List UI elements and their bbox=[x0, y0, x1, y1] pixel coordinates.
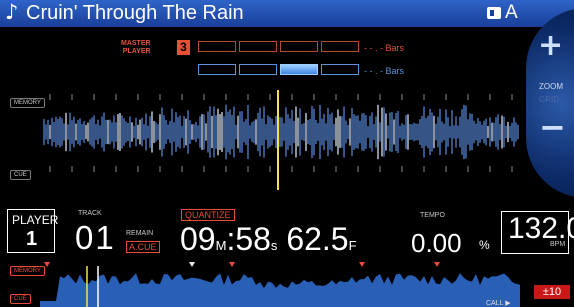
master-label-line1: MASTER bbox=[121, 40, 151, 47]
bpm-label: BPM bbox=[550, 241, 566, 248]
time-display: 09M:58s 62.5F bbox=[180, 221, 357, 257]
grid-label: GRID bbox=[539, 95, 559, 104]
track-number: 01 bbox=[75, 219, 116, 256]
track-label: TRACK bbox=[78, 210, 102, 217]
master-player-label: MASTER PLAYER bbox=[121, 40, 151, 56]
player-label: PLAYER bbox=[12, 213, 59, 227]
bar-segment-active bbox=[280, 64, 318, 75]
cue-marker bbox=[359, 262, 365, 267]
time-minutes: 09 bbox=[180, 221, 216, 257]
zoom-label: ZOOM bbox=[539, 82, 563, 91]
call-text: CALL bbox=[486, 300, 504, 307]
tempo-range-badge: ±10 bbox=[534, 285, 570, 299]
time-seconds-unit: s bbox=[270, 238, 278, 253]
bar-segment bbox=[280, 41, 318, 52]
master-bars-text: - - . - Bars bbox=[364, 43, 404, 53]
time-frames-unit: F bbox=[348, 238, 357, 253]
time-frames: 62.5 bbox=[286, 221, 349, 257]
tempo-value: 0.00 bbox=[411, 228, 462, 258]
bar-segment bbox=[239, 64, 277, 75]
cue-marker bbox=[189, 262, 195, 267]
master-bar-indicator bbox=[198, 41, 362, 54]
zoom-in-icon[interactable]: + bbox=[538, 28, 563, 63]
enlarged-waveform[interactable] bbox=[0, 90, 526, 195]
call-label: CALL ▶ bbox=[486, 300, 511, 307]
master-player-number: 3 bbox=[177, 40, 190, 55]
bar-segment bbox=[321, 64, 359, 75]
beat-bars-text: - - . - Bars bbox=[364, 66, 404, 76]
cue-tag-bottom: CUE bbox=[10, 294, 31, 304]
tempo-unit: % bbox=[479, 238, 490, 252]
overview-waveform[interactable] bbox=[40, 262, 532, 307]
player-number-box: PLAYER 1 bbox=[7, 209, 59, 253]
cue-marker bbox=[44, 262, 50, 267]
deck-letter: A bbox=[505, 2, 518, 23]
player-number: 1 bbox=[26, 228, 38, 250]
tempo-label: TEMPO bbox=[420, 212, 445, 219]
auto-cue-indicator: A.CUE bbox=[126, 241, 160, 253]
master-label-line2: PLAYER bbox=[122, 48, 151, 55]
overview-waveform-shape bbox=[40, 273, 520, 307]
title-bar: ♪ Cruin' Through The Rain A bbox=[0, 0, 574, 27]
quantize-indicator: QUANTIZE bbox=[181, 209, 235, 221]
track-title: Cruin' Through The Rain bbox=[26, 2, 244, 24]
music-note-icon: ♪ bbox=[5, 0, 19, 24]
bar-segment bbox=[239, 41, 277, 52]
time-seconds: 58 bbox=[235, 221, 271, 257]
bpm-display: 132.0 BPM bbox=[501, 211, 574, 254]
bar-segment bbox=[321, 41, 359, 52]
beat-bar-indicator bbox=[198, 64, 362, 77]
deck-indicator-icon bbox=[487, 7, 501, 19]
cue-marker bbox=[229, 262, 235, 267]
time-minutes-unit: M bbox=[215, 238, 227, 253]
remain-label: REMAIN bbox=[126, 230, 154, 237]
cue-marker bbox=[434, 262, 440, 267]
bar-segment bbox=[198, 41, 236, 52]
zoom-out-icon[interactable]: − bbox=[539, 108, 566, 146]
zoom-panel[interactable]: + ZOOM GRID − bbox=[526, 0, 574, 200]
bar-segment bbox=[198, 64, 236, 75]
